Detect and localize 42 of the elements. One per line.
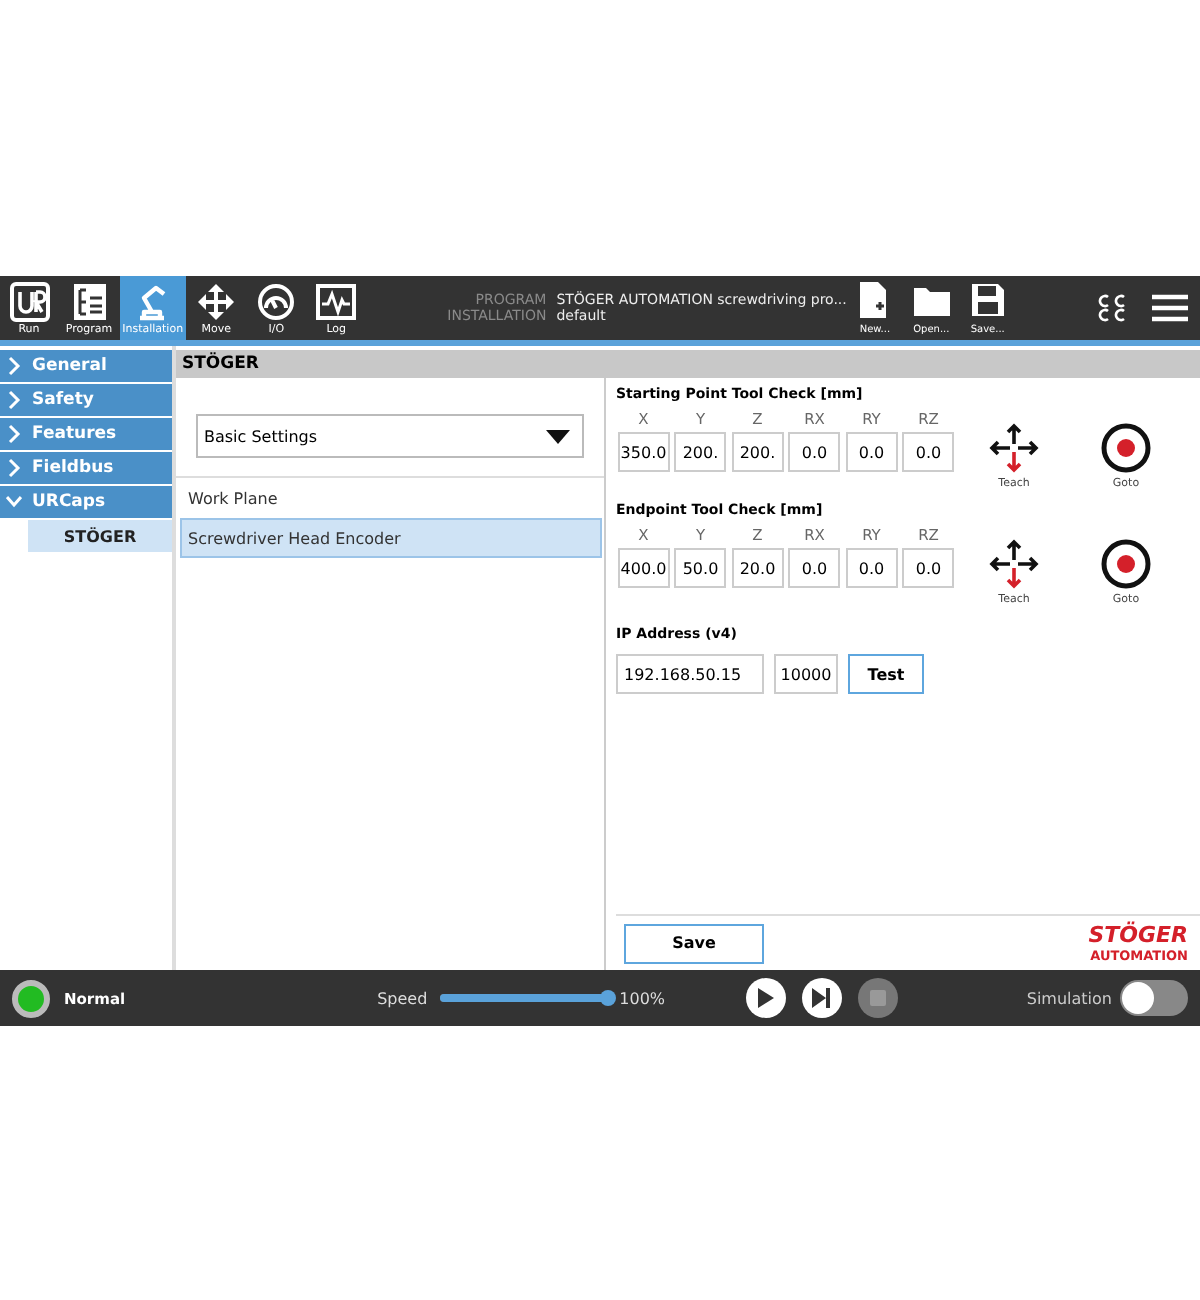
caret-icon (546, 429, 570, 443)
play-button[interactable] (745, 978, 786, 1018)
coordinate-field[interactable]: 350.0 (617, 432, 670, 472)
port-field[interactable]: 10000 (774, 654, 838, 694)
target-icon[interactable] (1100, 538, 1152, 590)
log-icon (316, 281, 357, 321)
target-icon[interactable] (1100, 422, 1152, 474)
coordinate-field[interactable]: 0.0 (788, 548, 841, 588)
simulation-label: Simulation (1026, 989, 1112, 1007)
coordinate-field[interactable]: 0.0 (845, 548, 898, 588)
logo-icon (9, 281, 49, 321)
step-button[interactable] (801, 978, 842, 1018)
coordinate-field[interactable]: 0.0 (902, 432, 955, 472)
io-icon (256, 281, 297, 321)
play-icon (757, 988, 774, 1008)
stop-icon (869, 990, 886, 1006)
sidebar-subitem[interactable]: STÖGER (28, 520, 172, 552)
list-item[interactable]: Work Plane (180, 478, 602, 518)
coordinate-field[interactable]: 0.0 (788, 432, 841, 472)
speed-label: Speed (377, 989, 428, 1007)
coordinate-field[interactable]: 50.0 (674, 548, 727, 588)
coordinate-field[interactable]: 0.0 (845, 432, 898, 472)
coordinate-field[interactable]: 20.0 (731, 548, 784, 588)
skip-icon (812, 988, 831, 1008)
move-icon (196, 281, 237, 321)
save-button[interactable]: Save (624, 923, 764, 963)
test-button[interactable]: Test (848, 654, 924, 694)
panel-title: STÖGER (176, 350, 1200, 378)
coordinate-field[interactable]: 200. (731, 432, 784, 472)
status-indicators-icon (1095, 292, 1128, 324)
simulation-toggle[interactable] (1120, 980, 1188, 1016)
ip-address-field[interactable]: 192.168.50.15 (616, 654, 764, 694)
program-icon (69, 281, 109, 321)
move-arrows-icon[interactable] (988, 538, 1040, 590)
coordinate-field[interactable]: 400.0 (617, 548, 670, 588)
menu-icon[interactable] (1151, 294, 1188, 322)
move-arrows-icon[interactable] (988, 422, 1040, 474)
settings-dropdown[interactable]: Basic Settings (196, 414, 584, 458)
speed-reading: 100% (619, 989, 666, 1007)
list-item[interactable]: Screwdriver Head Encoder (180, 518, 602, 558)
coordinate-field[interactable]: 0.0 (902, 548, 955, 588)
coordinate-field[interactable]: 200. (674, 432, 727, 472)
